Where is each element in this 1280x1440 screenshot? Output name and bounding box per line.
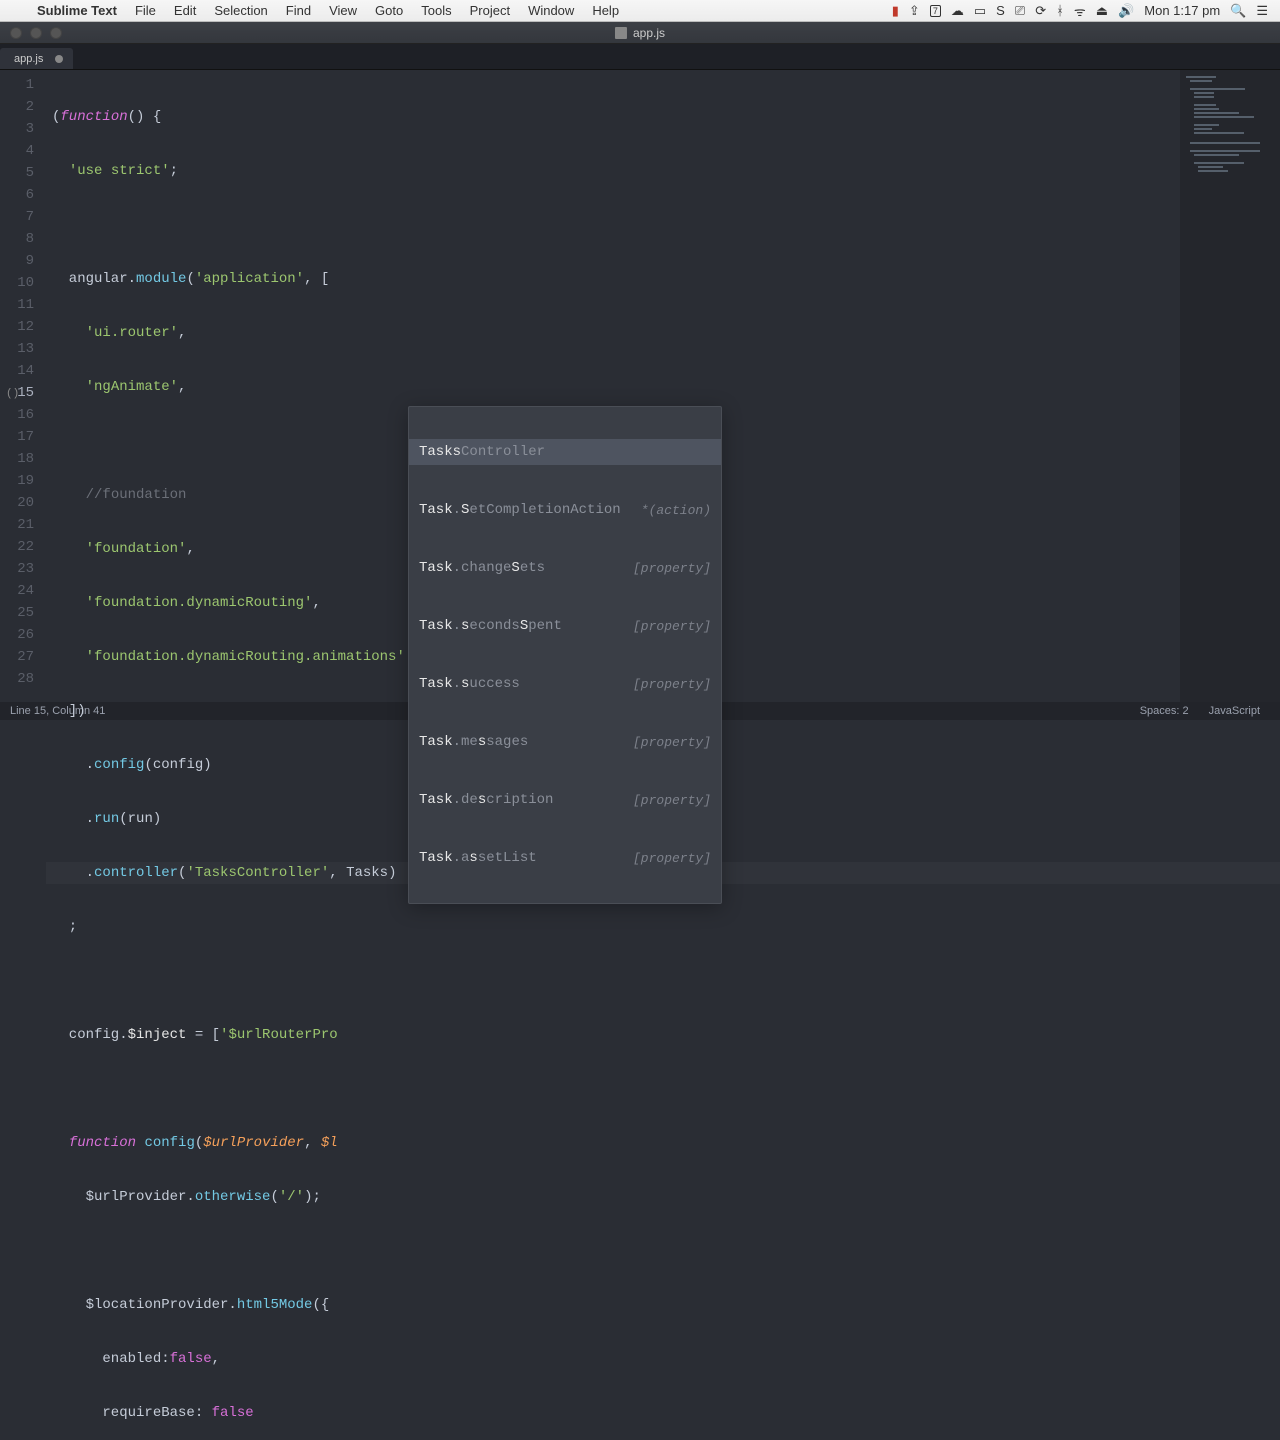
code-line[interactable] [46, 1078, 1280, 1100]
tab-label: app.js [14, 53, 43, 65]
menu-edit[interactable]: Edit [165, 3, 205, 18]
gutter-line[interactable]: 6 [0, 184, 46, 206]
gutter-line[interactable]: 7 [0, 206, 46, 228]
macos-menubar: Sublime Text File Edit Selection Find Vi… [0, 0, 1280, 22]
volume-icon[interactable]: 🔊 [1118, 3, 1134, 19]
window-title: app.js [615, 26, 665, 40]
gutter-line[interactable]: 25 [0, 602, 46, 624]
sync-icon[interactable]: ⟳ [1035, 3, 1046, 19]
gutter: 1 2 3 4 5 6 7 8 9 10 11 12 13 14 ()15 16… [0, 70, 46, 702]
calendar-icon[interactable]: 7 [930, 5, 941, 17]
code-line[interactable]: function config($urlProvider, $l [46, 1132, 1280, 1154]
gutter-line[interactable]: 5 [0, 162, 46, 184]
battery-icon[interactable]: ▭ [974, 3, 986, 19]
autocomplete-popup[interactable]: TasksController Task.SetCompletionAction… [408, 406, 722, 904]
gutter-line[interactable]: 9 [0, 250, 46, 272]
autocomplete-item[interactable]: TasksController [409, 439, 721, 465]
code-line[interactable]: config.$inject = ['$urlRouterPro [46, 1024, 1280, 1046]
close-button[interactable] [10, 27, 22, 39]
menu-goto[interactable]: Goto [366, 3, 412, 18]
gutter-line[interactable]: 21 [0, 514, 46, 536]
autocomplete-item[interactable]: Task.messages [property] [409, 729, 721, 755]
menu-file[interactable]: File [126, 3, 165, 18]
code-line[interactable] [46, 970, 1280, 992]
hamburger-icon[interactable]: ☰ [1256, 3, 1268, 19]
code-line[interactable] [46, 214, 1280, 236]
menubar-clock[interactable]: Mon 1:17 pm [1144, 3, 1220, 18]
gutter-line[interactable]: 24 [0, 580, 46, 602]
gutter-line[interactable]: 13 [0, 338, 46, 360]
window-title-text: app.js [633, 26, 665, 40]
gutter-line[interactable]: 1 [0, 74, 46, 96]
tray-icon[interactable]: ▮ [892, 3, 899, 19]
editor[interactable]: 1 2 3 4 5 6 7 8 9 10 11 12 13 14 ()15 16… [0, 70, 1280, 702]
code-line[interactable]: 'ui.router', [46, 322, 1280, 344]
gutter-line[interactable]: 12 [0, 316, 46, 338]
gutter-line[interactable]: 20 [0, 492, 46, 514]
code-line[interactable]: 'use strict'; [46, 160, 1280, 182]
menu-project[interactable]: Project [461, 3, 519, 18]
tabbar: app.js [0, 44, 1280, 70]
gutter-line[interactable]: 18 [0, 448, 46, 470]
gutter-line[interactable]: 22 [0, 536, 46, 558]
gutter-line[interactable]: 27 [0, 646, 46, 668]
display-icon[interactable]: ⎚ [1015, 3, 1025, 19]
gutter-line[interactable]: 17 [0, 426, 46, 448]
zoom-button[interactable] [50, 27, 62, 39]
app-name[interactable]: Sublime Text [28, 3, 126, 18]
traffic-lights [0, 27, 62, 39]
gutter-line[interactable]: 10 [0, 272, 46, 294]
autocomplete-item[interactable]: Task.SetCompletionAction *(action) [409, 497, 721, 523]
code-line[interactable]: (function() { [46, 106, 1280, 128]
autocomplete-item[interactable]: Task.changeSets [property] [409, 555, 721, 581]
spotlight-icon[interactable]: 🔍 [1230, 3, 1246, 19]
gutter-line[interactable]: 8 [0, 228, 46, 250]
gutter-line[interactable]: 19 [0, 470, 46, 492]
tab-dirty-indicator-icon [55, 55, 63, 63]
menu-find[interactable]: Find [277, 3, 320, 18]
s-icon[interactable]: S [996, 3, 1005, 18]
code-line[interactable]: angular.module('application', [ [46, 268, 1280, 290]
eject-icon[interactable]: ⏏ [1096, 3, 1108, 19]
bluetooth-icon[interactable]: ᚼ [1056, 3, 1064, 18]
autocomplete-item[interactable]: Task.assetList [property] [409, 845, 721, 871]
code-line[interactable]: 'ngAnimate', [46, 376, 1280, 398]
gutter-line[interactable]: 2 [0, 96, 46, 118]
autocomplete-item[interactable]: Task.success [property] [409, 671, 721, 697]
minimap[interactable] [1180, 70, 1280, 702]
code-line[interactable]: requireBase: false [46, 1402, 1280, 1424]
gutter-line[interactable]: 26 [0, 624, 46, 646]
autocomplete-item[interactable]: Task.description [property] [409, 787, 721, 813]
code-line[interactable]: $locationProvider.html5Mode({ [46, 1294, 1280, 1316]
code-line[interactable] [46, 1240, 1280, 1262]
gutter-line[interactable]: ()15 [0, 382, 46, 404]
menu-selection[interactable]: Selection [205, 3, 276, 18]
code-line[interactable]: enabled:false, [46, 1348, 1280, 1370]
menu-help[interactable]: Help [583, 3, 628, 18]
code-area[interactable]: (function() { 'use strict'; angular.modu… [46, 70, 1280, 702]
dropbox-icon[interactable]: ⇪ [909, 3, 920, 19]
document-icon [615, 27, 627, 39]
gutter-line[interactable]: 3 [0, 118, 46, 140]
cloud-icon[interactable]: ☁ [951, 3, 964, 19]
menubar-tray: ▮ ⇪ 7 ☁ ▭ S ⎚ ⟳ ᚼ ᯤ ⏏ 🔊 Mon 1:17 pm 🔍 ☰ [892, 2, 1280, 20]
autocomplete-item[interactable]: Task.secondsSpent [property] [409, 613, 721, 639]
menu-view[interactable]: View [320, 3, 366, 18]
gutter-line[interactable]: 23 [0, 558, 46, 580]
gutter-line[interactable]: 14 [0, 360, 46, 382]
minimize-button[interactable] [30, 27, 42, 39]
gutter-line[interactable]: 11 [0, 294, 46, 316]
gutter-line[interactable]: 4 [0, 140, 46, 162]
code-line[interactable]: ; [46, 916, 1280, 938]
menu-tools[interactable]: Tools [412, 3, 460, 18]
gutter-line[interactable]: 28 [0, 668, 46, 690]
wifi-icon[interactable]: ᯤ [1074, 2, 1086, 20]
menu-window[interactable]: Window [519, 3, 583, 18]
window-titlebar: app.js [0, 22, 1280, 44]
code-line[interactable]: $urlProvider.otherwise('/'); [46, 1186, 1280, 1208]
gutter-line[interactable]: 16 [0, 404, 46, 426]
tab-app-js[interactable]: app.js [0, 48, 73, 69]
